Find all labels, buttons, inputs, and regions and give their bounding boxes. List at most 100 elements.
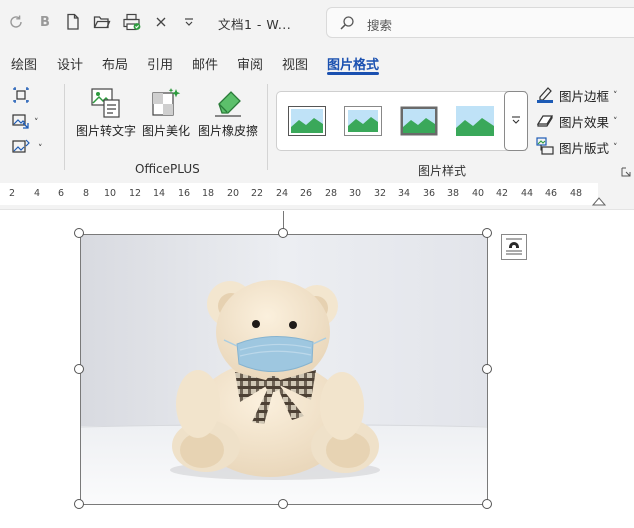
image-to-text-label: 图片转文字: [75, 124, 136, 138]
picture-effects-button[interactable]: 图片效果 ˅: [536, 111, 618, 132]
tab-references[interactable]: 引用: [147, 54, 173, 73]
document-title: 文档1 - W...: [218, 17, 292, 32]
ruler-tick: 4: [33, 188, 41, 199]
tab-layout[interactable]: 布局: [102, 54, 128, 73]
group-divider: [64, 84, 65, 170]
picture-layout-button[interactable]: 图片版式 ˅: [536, 137, 618, 158]
open-folder-icon[interactable]: [92, 11, 112, 33]
ruler-tick: 28: [324, 188, 338, 199]
layout-options-icon: [504, 236, 524, 259]
resize-handle-top-left[interactable]: [74, 228, 84, 238]
dialog-launcher-icon[interactable]: [621, 166, 631, 180]
reset-picture-icon: [12, 138, 30, 159]
tab-picture-format[interactable]: 图片格式: [327, 54, 379, 73]
resize-handle-bottom-right[interactable]: [482, 499, 492, 509]
image-beautify-button[interactable]: 图片美化: [133, 86, 199, 139]
resize-handle-right[interactable]: [482, 364, 492, 374]
picture-styles-gallery[interactable]: [276, 91, 526, 151]
resize-handle-left[interactable]: [74, 364, 84, 374]
ruler-tick: 12: [128, 188, 142, 199]
image-to-text-icon: [73, 86, 139, 120]
crop-icon: [12, 86, 30, 107]
dropdown-icon[interactable]: [180, 11, 198, 33]
tab-review[interactable]: 审阅: [237, 54, 263, 73]
ruler-tick: 8: [82, 188, 90, 199]
picture-change-button[interactable]: ˅: [12, 112, 39, 133]
active-tab-indicator: [327, 72, 379, 75]
rotate-handle[interactable]: [278, 228, 288, 238]
ruler-tick: 6: [57, 188, 65, 199]
teddy-bear-picture[interactable]: [80, 234, 488, 505]
ruler-tick: 34: [397, 188, 411, 199]
ruler-tick: 16: [177, 188, 191, 199]
ruler-tick: 44: [520, 188, 534, 199]
chevron-down-icon: [511, 114, 521, 128]
ruler-tick: 20: [226, 188, 240, 199]
resize-handle-bottom[interactable]: [278, 499, 288, 509]
search-placeholder: 搜索: [367, 18, 393, 33]
chevron-down-icon: ˅: [613, 90, 618, 101]
bold-icon[interactable]: B: [36, 11, 54, 33]
tab-mailings[interactable]: 邮件: [192, 54, 218, 73]
ruler-tick: 32: [373, 188, 387, 199]
layout-options-button[interactable]: [501, 234, 527, 260]
image-eraser-icon: [193, 86, 263, 120]
reset-picture-button[interactable]: ˅: [12, 138, 43, 159]
tab-design[interactable]: 设计: [57, 54, 83, 73]
chevron-down-icon: ˅: [34, 117, 39, 128]
search-icon: [339, 15, 355, 34]
ruler-tick: 2: [8, 188, 16, 199]
picture-effects-icon: [536, 111, 554, 132]
refresh-icon[interactable]: [6, 11, 26, 33]
ruler-tick: 10: [103, 188, 117, 199]
ruler-tick: 22: [250, 188, 264, 199]
gallery-more-button[interactable]: [504, 91, 528, 151]
ruler-tick: 42: [495, 188, 509, 199]
tab-draw[interactable]: 绘图: [11, 54, 37, 73]
picture-styles-group-label: 图片样式: [418, 164, 467, 178]
picture-layout-label: 图片版式: [559, 141, 610, 156]
picture-style-thumb[interactable]: [400, 106, 438, 136]
group-divider: [267, 84, 268, 170]
image-to-text-button[interactable]: 图片转文字: [73, 86, 139, 139]
picture-layout-icon: [536, 137, 554, 158]
resize-handle-bottom-left[interactable]: [74, 499, 84, 509]
ruler-tick: 30: [348, 188, 362, 199]
picture-border-icon: [536, 85, 554, 106]
picture-border-label: 图片边框: [559, 89, 610, 104]
title-bar: B 文档1 - W... 搜索: [0, 0, 634, 46]
picture-border-button[interactable]: 图片边框 ˅: [536, 85, 618, 106]
image-beautify-icon: [133, 86, 199, 120]
picture-style-thumb[interactable]: [456, 106, 494, 136]
picture-style-thumb[interactable]: [344, 106, 382, 136]
ruler-tick: 46: [544, 188, 558, 199]
tab-view[interactable]: 视图: [282, 54, 308, 73]
horizontal-ruler[interactable]: 2 4 6 8 10 12 14 16 18 20 22 24 26 28 30…: [0, 180, 634, 210]
picture-style-thumb[interactable]: [288, 106, 326, 136]
picture-change-icon: [12, 112, 30, 133]
ribbon: ˅ ˅ 图片转文字 图片美化 图片橡皮擦 OfficePLUS 图片样式 图片边…: [0, 76, 634, 180]
image-eraser-button[interactable]: 图片橡皮擦: [193, 86, 263, 139]
new-file-icon[interactable]: [64, 11, 82, 33]
picture-effects-label: 图片效果: [559, 115, 610, 130]
image-beautify-label: 图片美化: [141, 124, 190, 138]
resize-handle-top-right[interactable]: [482, 228, 492, 238]
ruler-tick: 48: [569, 188, 583, 199]
chevron-down-icon: ˅: [613, 116, 618, 127]
chevron-down-icon: ˅: [38, 143, 43, 154]
crop-button[interactable]: [12, 86, 30, 107]
officeplus-group-label: OfficePLUS: [135, 162, 200, 176]
ruler-tick: 38: [446, 188, 460, 199]
ribbon-tabs: 绘图 设计 布局 引用 邮件 审阅 视图 图片格式: [0, 46, 634, 76]
close-icon[interactable]: [152, 11, 170, 33]
ruler-tick: 36: [422, 188, 436, 199]
chevron-down-icon: ˅: [613, 142, 618, 153]
print-preview-icon[interactable]: [121, 11, 143, 33]
right-indent-marker[interactable]: [591, 195, 607, 209]
ruler-tick: 14: [152, 188, 166, 199]
search-input[interactable]: 搜索: [326, 7, 634, 38]
ruler-tick: 24: [275, 188, 289, 199]
ruler-tick: 26: [299, 188, 313, 199]
ruler-tick: 18: [201, 188, 215, 199]
ruler-tick: 40: [471, 188, 485, 199]
